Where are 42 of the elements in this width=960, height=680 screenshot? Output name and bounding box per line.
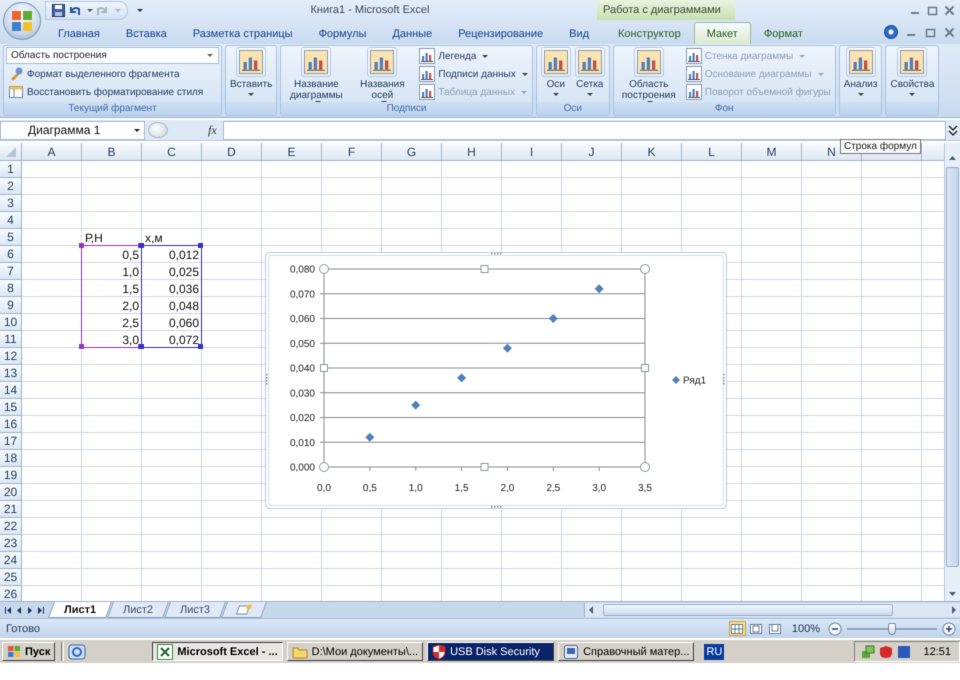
axis-label: 0,0: [317, 483, 331, 494]
tooltip: Строка формул: [840, 139, 921, 154]
axis-label: 0,050: [290, 338, 315, 350]
axis-label: 1,5: [454, 483, 469, 494]
axis-label: 1,0: [408, 483, 423, 494]
table-cell-text: 0,060: [168, 314, 200, 331]
table-cell-text: 2,5: [121, 314, 140, 331]
axis-label: 0,5: [362, 483, 377, 494]
axis-label: 3,0: [592, 483, 606, 494]
group-label: Подписи: [281, 102, 532, 115]
table-cell-text: Р,Н: [84, 230, 104, 246]
table-cell-text: 1,5: [121, 280, 140, 297]
clock: 12:51: [923, 646, 951, 658]
status-text: Готово: [6, 622, 40, 634]
context-tab-header: Работа с диаграммами: [597, 0, 735, 20]
axis-label: 0,030: [290, 388, 315, 400]
window-title: Книга1 - Microsoft Excel: [310, 4, 430, 16]
table-cell-text: 1,0: [121, 264, 140, 280]
axis-label: 2,5: [546, 483, 560, 494]
table-cell-text: 2,0: [121, 298, 140, 314]
axis-label: 0,020: [290, 413, 315, 424]
legend-label: Ряд1: [683, 376, 706, 386]
zoom-level: 100%: [792, 622, 820, 634]
group-label: Оси: [536, 102, 609, 115]
axis-label: 3,5: [638, 483, 652, 494]
group-label: Текущий фрагмент: [4, 102, 221, 115]
table-cell-text: 0,036: [168, 280, 200, 297]
axis-label: 0,060: [290, 314, 315, 325]
table-cell-text: 0,5: [121, 246, 140, 263]
axis-label: 0,070: [290, 289, 315, 300]
table-cell-text: 3,0: [121, 332, 140, 348]
axis-label: 0,010: [290, 438, 315, 449]
table-cell-text: 0,012: [168, 246, 200, 263]
axis-label: 0,080: [290, 264, 315, 276]
group-label: Фон: [614, 102, 835, 115]
axis-label: 0,040: [290, 364, 315, 374]
axis-label: 2,0: [500, 483, 514, 494]
table-cell-text: x,м: [144, 230, 164, 246]
table-cell-text: 0,048: [168, 298, 200, 314]
axis-label: 0,000: [290, 462, 315, 474]
table-cell-text: 0,072: [168, 332, 200, 348]
table-cell-text: 0,025: [168, 264, 200, 280]
